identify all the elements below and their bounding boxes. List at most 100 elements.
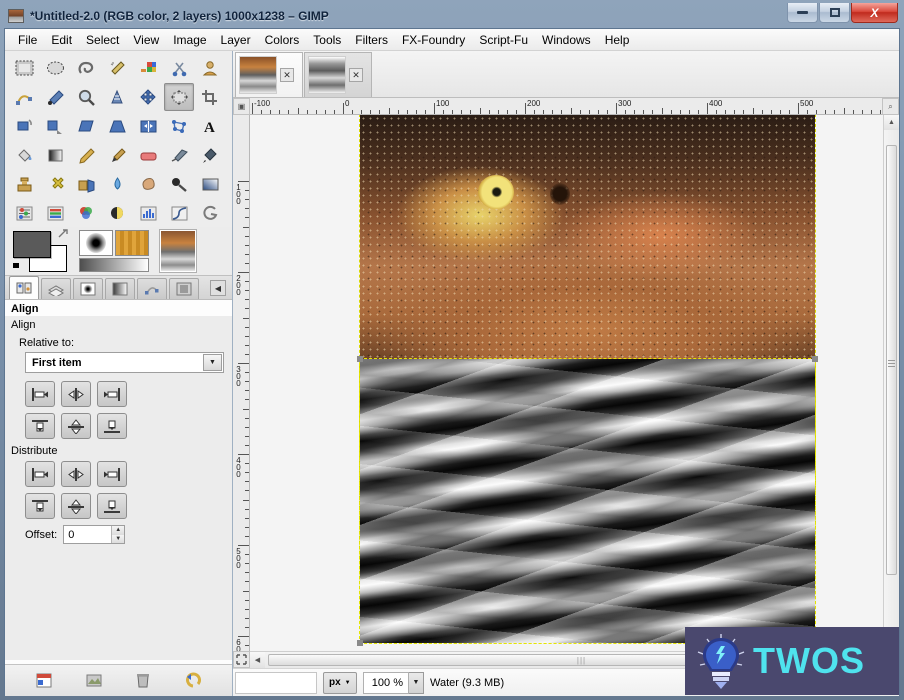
menu-edit[interactable]: Edit: [44, 31, 79, 49]
menu-fx-foundry[interactable]: FX-Foundry: [395, 31, 472, 49]
color-balance-tool[interactable]: [40, 199, 70, 227]
unit-dropdown[interactable]: px ▼: [323, 672, 357, 694]
layer-handle-bottom-left[interactable]: [357, 640, 363, 646]
menu-select[interactable]: Select: [79, 31, 126, 49]
menu-windows[interactable]: Windows: [535, 31, 598, 49]
cage-transform-tool[interactable]: [164, 112, 194, 140]
align-horizontal-center-button[interactable]: [61, 381, 91, 407]
brightness-contrast-tool[interactable]: [102, 199, 132, 227]
perspective-tool[interactable]: [102, 112, 132, 140]
menu-image[interactable]: Image: [166, 31, 213, 49]
free-select-tool[interactable]: [71, 54, 101, 82]
menu-tools[interactable]: Tools: [306, 31, 348, 49]
foreground-select-tool[interactable]: [195, 54, 225, 82]
align-tool[interactable]: [164, 83, 194, 111]
menu-file[interactable]: File: [11, 31, 44, 49]
clone-tool[interactable]: [9, 170, 39, 198]
water-layer[interactable]: [360, 359, 815, 643]
align-vertical-center-button[interactable]: [61, 413, 91, 439]
distribute-horizontal-center-button[interactable]: [61, 461, 91, 487]
ellipse-select-tool[interactable]: [40, 54, 70, 82]
layer-handle-top-left[interactable]: [357, 356, 363, 362]
paintbrush-tool[interactable]: [102, 141, 132, 169]
undo-history-button[interactable]: [183, 671, 203, 691]
distribute-vertical-center-button[interactable]: [61, 493, 91, 519]
vertical-ruler[interactable]: 100200300400500600: [233, 115, 250, 651]
reset-colors-icon[interactable]: [13, 263, 26, 274]
levels-tool[interactable]: [9, 199, 39, 227]
align-left-edge-button[interactable]: [25, 381, 55, 407]
scale-tool[interactable]: [40, 112, 70, 140]
rect-select-tool[interactable]: [9, 54, 39, 82]
menu-view[interactable]: View: [126, 31, 166, 49]
stepper-down-icon[interactable]: ▼: [112, 535, 124, 544]
align-top-edge-button[interactable]: [25, 413, 55, 439]
hue-saturation-tool[interactable]: [71, 199, 101, 227]
paths-tool[interactable]: [9, 83, 39, 111]
active-gradient-indicator[interactable]: [79, 258, 149, 272]
zoom-tool[interactable]: [71, 83, 101, 111]
move-tool[interactable]: [133, 83, 163, 111]
gradients-tab[interactable]: [105, 278, 135, 299]
posterize-tool[interactable]: [195, 199, 225, 227]
flip-tool[interactable]: [133, 112, 163, 140]
image-tab-1[interactable]: ✕: [235, 52, 303, 97]
menu-script-fu[interactable]: Script-Fu: [472, 31, 535, 49]
menu-filters[interactable]: Filters: [348, 31, 395, 49]
delete-button[interactable]: [133, 671, 153, 691]
active-pattern-indicator[interactable]: [115, 230, 149, 256]
select-by-color-tool[interactable]: [133, 54, 163, 82]
measure-tool[interactable]: [102, 83, 132, 111]
text-tool[interactable]: A: [195, 112, 225, 140]
blend-tool[interactable]: [40, 141, 70, 169]
canvas-document[interactable]: [360, 115, 815, 643]
menu-layer[interactable]: Layer: [214, 31, 258, 49]
window-titlebar[interactable]: *Untitled-2.0 (RGB color, 2 layers) 1000…: [4, 3, 900, 28]
bucket-fill-tool[interactable]: [9, 141, 39, 169]
distribute-bottom-edge-button[interactable]: [97, 493, 127, 519]
perspective-clone-tool[interactable]: [71, 170, 101, 198]
patterns-tab[interactable]: [169, 278, 199, 299]
quick-mask-toggle[interactable]: [233, 651, 250, 668]
rotate-tool[interactable]: [9, 112, 39, 140]
shear-tool[interactable]: [71, 112, 101, 140]
menu-colors[interactable]: Colors: [258, 31, 307, 49]
gradient-flip-tool[interactable]: [195, 170, 225, 198]
offset-stepper[interactable]: ▲ ▼: [111, 526, 124, 543]
curves-tool[interactable]: [164, 199, 194, 227]
scroll-left-button[interactable]: ◀: [250, 652, 265, 668]
image-tab-2[interactable]: ✕: [304, 52, 372, 97]
pencil-tool[interactable]: [71, 141, 101, 169]
scroll-up-button[interactable]: ▲: [884, 115, 899, 130]
foreground-color-swatch[interactable]: [13, 231, 51, 258]
maximize-button[interactable]: [819, 3, 850, 23]
relative-to-dropdown[interactable]: First item ▼: [25, 352, 224, 373]
active-brush-indicator[interactable]: [79, 230, 113, 256]
tool-options-tab[interactable]: [9, 276, 39, 299]
align-right-edge-button[interactable]: [97, 381, 127, 407]
layer-handle-top-right[interactable]: [812, 356, 818, 362]
horizontal-ruler[interactable]: -1000100200300400500: [250, 98, 882, 115]
distribute-left-edge-button[interactable]: [25, 461, 55, 487]
vertical-scroll-thumb[interactable]: [886, 145, 897, 575]
ruler-origin-button[interactable]: ▣: [233, 98, 250, 115]
color-picker-tool[interactable]: [40, 83, 70, 111]
align-bottom-edge-button[interactable]: [97, 413, 127, 439]
paths-tab[interactable]: [137, 278, 167, 299]
lizard-layer[interactable]: [360, 115, 815, 359]
menu-help[interactable]: Help: [598, 31, 637, 49]
zoom-chevron-down-icon[interactable]: ▼: [409, 672, 424, 694]
canvas-viewport[interactable]: [250, 115, 883, 651]
histogram-tool[interactable]: [133, 199, 163, 227]
airbrush-tool[interactable]: [164, 141, 194, 169]
dodge-burn-tool[interactable]: [164, 170, 194, 198]
minimize-button[interactable]: [787, 3, 818, 23]
vertical-scrollbar[interactable]: ▲: [883, 115, 899, 651]
swap-colors-icon[interactable]: [57, 228, 71, 240]
close-button[interactable]: X: [851, 3, 898, 23]
ink-tool[interactable]: [195, 141, 225, 169]
blur-sharpen-tool[interactable]: [102, 170, 132, 198]
fuzzy-select-tool[interactable]: [102, 54, 132, 82]
smudge-tool[interactable]: [133, 170, 163, 198]
distribute-right-edge-button[interactable]: [97, 461, 127, 487]
